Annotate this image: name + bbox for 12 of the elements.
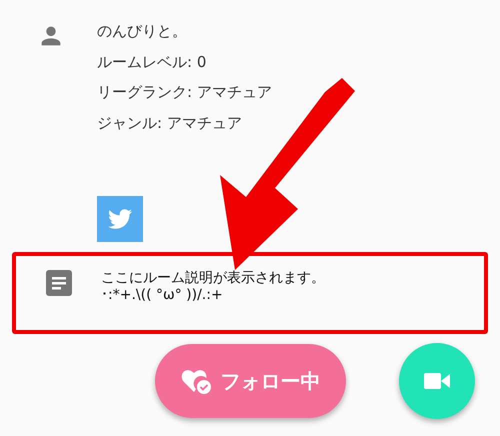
video-camera-icon [424, 372, 450, 390]
video-call-button[interactable] [399, 343, 475, 419]
room-info-text: ルームレベル: 0 [97, 52, 208, 72]
follow-button[interactable]: フォロー中 [155, 344, 346, 418]
room-description-text: ･:*+.\(( °ω° ))/.:+ [101, 287, 224, 304]
room-info-text: リーグランク: アマチュア [97, 82, 272, 103]
room-info-text: のんびりと。 [97, 21, 188, 42]
document-icon [44, 269, 72, 297]
room-info-text: ジャンル: アマチュア [97, 112, 243, 134]
bird-icon[interactable] [97, 196, 143, 242]
heart-check-icon [180, 367, 212, 395]
room-description-text: ここにルーム説明が表示されます。 [101, 270, 325, 287]
